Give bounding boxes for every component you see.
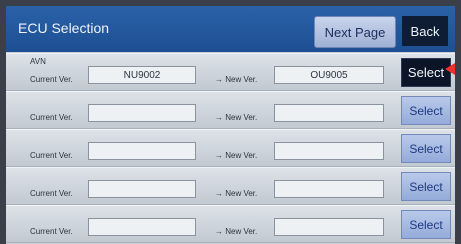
ecu-name: AVN	[30, 57, 46, 66]
new-version-label: → New Ver.	[215, 227, 258, 236]
page-title: ECU Selection	[18, 20, 110, 36]
select-button-2[interactable]: Select	[401, 96, 451, 125]
current-version-label: Current Ver.	[30, 151, 73, 160]
new-version-field	[274, 218, 384, 236]
red-arrow-icon	[445, 63, 455, 75]
select-button-1[interactable]: Select	[401, 58, 451, 87]
new-version-field	[274, 180, 384, 198]
current-version-field	[88, 104, 196, 122]
new-version-label: → New Ver.	[215, 189, 258, 198]
ecu-row-2: Current Ver. → New Ver. Select	[6, 91, 455, 129]
select-button-3[interactable]: Select	[401, 134, 451, 163]
current-version-field: NU9002	[88, 66, 196, 84]
ecu-row-4: Current Ver. → New Ver. Select	[6, 167, 455, 205]
ecu-row-5: Current Ver. → New Ver. Select	[6, 205, 455, 243]
current-version-label: Current Ver.	[30, 75, 73, 84]
new-version-field	[274, 104, 384, 122]
header-bar: ECU Selection Next Page Back	[6, 6, 455, 52]
current-version-label: Current Ver.	[30, 227, 73, 236]
new-version-label: → New Ver.	[215, 151, 258, 160]
current-version-label: Current Ver.	[30, 113, 73, 122]
current-version-field	[88, 180, 196, 198]
new-version-field	[274, 142, 384, 160]
current-version-field	[88, 142, 196, 160]
new-version-label: → New Ver.	[215, 75, 258, 84]
ecu-selection-screen: ECU Selection Next Page Back AVN Current…	[6, 6, 455, 244]
current-version-label: Current Ver.	[30, 189, 73, 198]
back-button[interactable]: Back	[402, 16, 448, 46]
select-button-5[interactable]: Select	[401, 210, 451, 239]
ecu-row-1: AVN Current Ver. NU9002 → New Ver. OU900…	[6, 53, 455, 91]
ecu-row-3: Current Ver. → New Ver. Select	[6, 129, 455, 167]
next-page-button[interactable]: Next Page	[314, 16, 396, 48]
select-button-4[interactable]: Select	[401, 172, 451, 201]
new-version-label: → New Ver.	[215, 113, 258, 122]
new-version-field: OU9005	[274, 66, 384, 84]
current-version-field	[88, 218, 196, 236]
